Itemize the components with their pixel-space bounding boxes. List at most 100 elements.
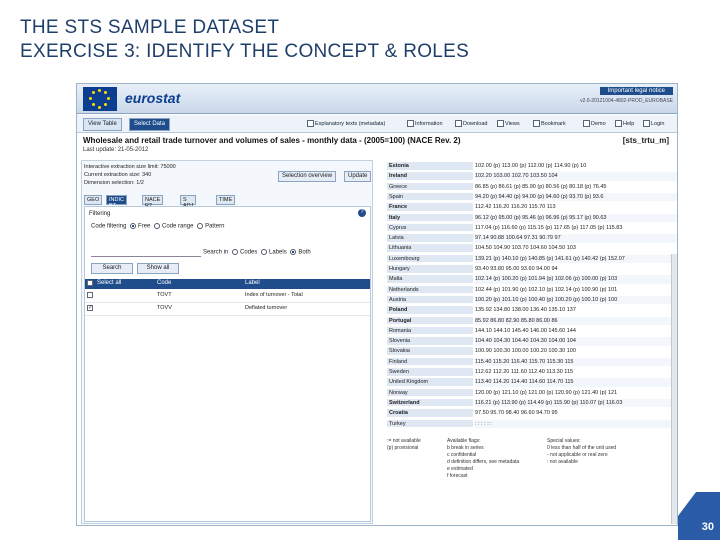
- tool-label: Help: [623, 120, 635, 127]
- table-row: Luxembourg 139.21 (p) 140.10 (p) 140.85 (…: [387, 254, 677, 264]
- row-code: TOVV: [157, 305, 172, 311]
- table-row: Austria 100.20 (p) 101.10 (p) 100.40 (p) …: [387, 295, 677, 305]
- table-row: Turkey: : : : : :: [387, 419, 677, 429]
- legend-item: := not available: [387, 438, 421, 444]
- login-icon: [643, 120, 650, 127]
- info-line: Current extraction size: 340: [84, 172, 152, 178]
- table-row: Romania 144.10 144.10 145.40 146.00 145.6…: [387, 326, 677, 336]
- tab-indic-bt[interactable]: INDIC BT: [106, 195, 127, 209]
- country-cell: Norway: [387, 388, 473, 398]
- values-cell: 113.40 114.20 114.40 114.60 114.70 115: [475, 378, 677, 387]
- table-row: Poland 135.92 134.80 138.00 136.40 135.10…: [387, 306, 677, 315]
- row-code: TOVT: [157, 292, 172, 298]
- table-row: Netherlands 102.44 (p) 101.90 (p) 102.10 …: [387, 285, 677, 295]
- table-row: Italy 96.12 (p) 95.00 (p) 95.46 (p) 96.96…: [387, 213, 677, 223]
- selection-overview-button[interactable]: Selection overview: [278, 171, 337, 182]
- bookmark-icon: [533, 120, 540, 127]
- legal-notice-link[interactable]: Important legal notice: [599, 87, 673, 95]
- values-cell: 97.50 95.70 98.40 96.60 94.70 95: [475, 410, 558, 417]
- country-cell: Croatia: [387, 409, 473, 418]
- values-cell: : : : : : :: [475, 419, 677, 428]
- tab-s-adj[interactable]: S ADJ: [180, 195, 197, 209]
- table-row: Slovakia 100.90 100.30 100.00 100.20 100.…: [387, 347, 677, 356]
- legend-item: e estimated: [447, 466, 473, 472]
- tool-label: Login: [651, 120, 665, 127]
- country-cell: Slovakia: [387, 347, 473, 356]
- search-both-radio[interactable]: [290, 249, 297, 255]
- values-cell: 102.00 (p) 113.00 (p) 112.00 (p) 114.90 …: [475, 163, 587, 169]
- grid-header: Select all Code Label: [85, 279, 370, 289]
- filter-range-radio[interactable]: [154, 223, 161, 229]
- update-button[interactable]: Update: [344, 171, 372, 182]
- legend-item: d definition differs, see metadata: [447, 459, 520, 465]
- views-icon: [497, 120, 504, 127]
- country-cell: Switzerland: [387, 398, 473, 408]
- dataset-code: [sts_trtu_m]: [622, 136, 669, 145]
- tool-metadata[interactable]: Explanatory texts (metadata): [307, 120, 385, 127]
- values-cell: 104.40 104.30 104.40 104.30 104.00 104: [475, 337, 677, 346]
- table-row: Ireland 102.20 103.00 102.70 103.50 104: [387, 172, 677, 181]
- tool-demo[interactable]: Demo: [583, 120, 606, 127]
- search-option-label: Labels: [269, 249, 287, 256]
- search-labels-radio[interactable]: [261, 249, 268, 255]
- search-button[interactable]: Search: [91, 263, 133, 274]
- table-row: Greece 86.85 (p) 86.61 (p) 85.90 (p) 80.5…: [387, 182, 677, 192]
- show-all-button[interactable]: Show all: [137, 263, 179, 274]
- values-cell: 117.04 (p) 116.60 (p) 115.15 (p) 117.65 …: [475, 224, 623, 231]
- info-line: Dimension selection: 1/2: [84, 180, 144, 186]
- tool-download[interactable]: Download: [455, 120, 487, 127]
- filter-pattern-radio[interactable]: [197, 223, 204, 229]
- country-cell: Poland: [387, 306, 473, 315]
- grid-header-label: Label: [245, 280, 260, 286]
- slide-title-line2: EXERCISE 3: IDENTIFY THE CONCEPT & ROLES: [20, 41, 470, 62]
- tool-login[interactable]: Login: [643, 120, 664, 127]
- country-cell: Netherlands: [387, 285, 473, 295]
- legend-item: - not applicable or real zero: [547, 452, 608, 458]
- values-cell: 120.00 (p) 121.10 (p) 121.00 (p) 120.90 …: [475, 389, 618, 396]
- help-icon[interactable]: ?: [358, 209, 366, 217]
- country-cell: Luxembourg: [387, 254, 473, 264]
- values-cell: 97.14 90.88 100.64 97.31 90.79 97: [475, 234, 677, 243]
- tool-label: Bookmark: [541, 120, 566, 127]
- tab-view-table[interactable]: View Table: [83, 118, 122, 131]
- table-row[interactable]: ✓ TOVV Deflated turnover: [85, 304, 370, 316]
- values-cell: 112.62 112.20 111.60 112.40 113.30 115: [475, 369, 574, 375]
- search-input[interactable]: [91, 249, 201, 257]
- tool-help[interactable]: Help: [615, 120, 634, 127]
- table-row: Malta 102.14 (p) 100.20 (p) 101.94 (p) 10…: [387, 275, 677, 284]
- values-cell: 139.21 (p) 140.10 (p) 140.85 (p) 141.61 …: [475, 254, 677, 264]
- tab-time[interactable]: TIME: [216, 195, 236, 205]
- tab-geo[interactable]: GEO: [84, 195, 103, 205]
- table-row: Spain 94.20 (p) 94.40 (p) 94.00 (p) 94.60…: [387, 192, 677, 202]
- filter-free-radio[interactable]: [130, 223, 137, 229]
- table-row: Croatia 97.50 95.70 98.40 96.60 94.70 95: [387, 409, 677, 418]
- slide-title-line1: THE STS SAMPLE DATASET: [20, 17, 280, 38]
- values-cell: 96.12 (p) 95.00 (p) 95.46 (p) 96.96 (p) …: [475, 213, 677, 222]
- values-cell: 93.40 93.80 95.00 93.60 94.00 94: [475, 266, 558, 272]
- select-all-checkbox[interactable]: [87, 280, 93, 286]
- search-in-row: Search in Codes Labels Both: [203, 249, 311, 256]
- table-row: Sweden 112.62 112.20 111.60 112.40 113.30…: [387, 368, 677, 377]
- tool-information[interactable]: Information: [407, 120, 443, 127]
- filter-option-label: Free: [138, 223, 151, 230]
- tool-bookmark[interactable]: Bookmark: [533, 120, 566, 127]
- row-checkbox-checked[interactable]: ✓: [87, 305, 93, 311]
- last-update: Last update: 21-05-2012: [83, 147, 149, 153]
- filter-option-label: Pattern: [205, 223, 225, 230]
- vertical-scrollbar[interactable]: [671, 254, 677, 524]
- row-checkbox[interactable]: [87, 292, 93, 298]
- legend-item: (p) provisional: [387, 445, 419, 451]
- tab-nace-r2[interactable]: NACE R2: [142, 195, 164, 209]
- tool-label: Information: [415, 120, 443, 127]
- tool-views[interactable]: Views: [497, 120, 520, 127]
- values-cell: 100.20 (p) 101.10 (p) 100.40 (p) 100.20 …: [475, 295, 677, 305]
- eurostat-screenshot: eurostat Important legal notice v2.6-201…: [76, 83, 678, 526]
- info-line: Interactive extraction size limit: 75000: [84, 164, 176, 170]
- help-icon: [615, 120, 622, 127]
- legend-col2: Available flags: b break in series c con…: [447, 438, 519, 480]
- tab-select-data[interactable]: Select Data: [129, 118, 171, 131]
- legend-item: 0 less than half of the unit used: [547, 445, 617, 451]
- table-row[interactable]: TOVT Index of turnover - Total: [85, 291, 370, 303]
- search-codes-radio[interactable]: [232, 249, 239, 255]
- values-cell: 116.21 (p) 113.90 (p) 114.49 (p) 115.90 …: [475, 398, 677, 408]
